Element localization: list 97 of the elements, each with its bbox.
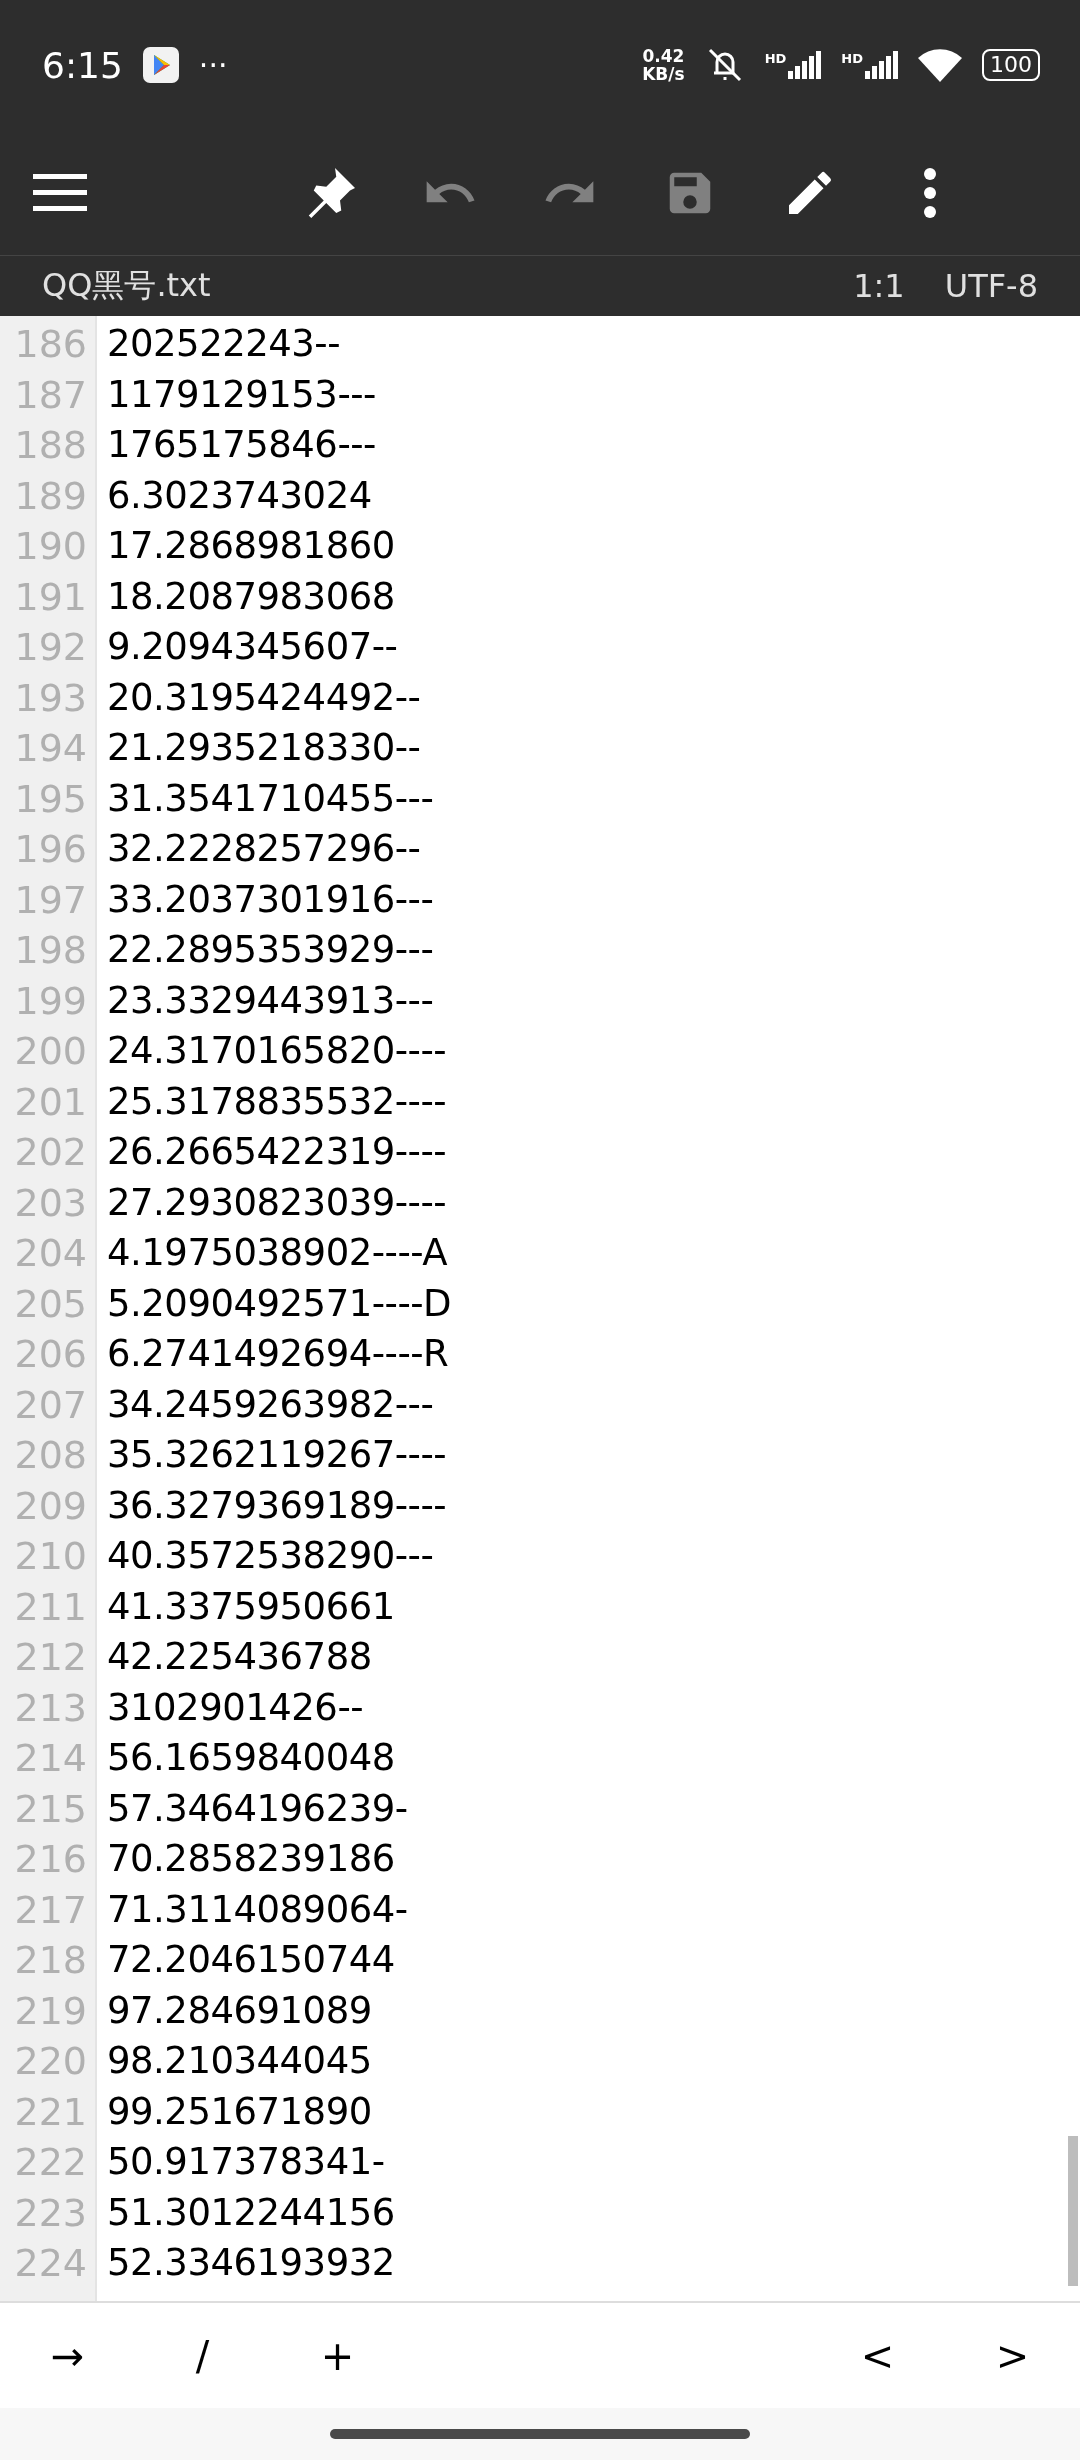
text-line: 52.3346193932 xyxy=(107,2241,395,2284)
text-line: 22.2895353929--- xyxy=(107,928,434,971)
line-number: 196 xyxy=(13,826,88,873)
text-line: 51.3012244156 xyxy=(107,2190,395,2234)
menu-icon xyxy=(33,171,87,214)
text-line: 6.3023743024 xyxy=(107,473,372,517)
text-line: 3102901426-- xyxy=(107,1685,364,1729)
line-number: 215 xyxy=(13,1785,88,1833)
line-number: 212 xyxy=(13,1634,88,1681)
line-number: 223 xyxy=(13,2189,88,2237)
text-line: 1179129153--- xyxy=(107,372,376,416)
text-line: 70.2858239186 xyxy=(107,1837,395,1880)
text-line: 9.2094345607-- xyxy=(107,625,398,668)
text-line: 6.2741492694----R xyxy=(107,1332,449,1375)
text-line: 42.225436788 xyxy=(107,1635,372,1678)
line-number: 200 xyxy=(13,1028,88,1075)
text-line: 26.2665422319---- xyxy=(107,1130,447,1173)
text-line: 57.3464196239- xyxy=(107,1786,408,1830)
text-line: 34.2459263982--- xyxy=(107,1382,434,1426)
line-number: 190 xyxy=(13,523,88,570)
text-line: 71.3114089064- xyxy=(107,1887,408,1931)
line-number: 195 xyxy=(13,775,88,823)
line-number: 194 xyxy=(13,725,88,772)
line-number: 186 xyxy=(13,321,88,368)
text-line: 36.3279369189---- xyxy=(107,1483,447,1527)
symbol-key[interactable]: < xyxy=(810,2305,945,2406)
line-number: 210 xyxy=(13,1533,88,1580)
line-number: 203 xyxy=(13,1179,88,1227)
line-number: 213 xyxy=(13,1684,88,1732)
more-notifications: ··· xyxy=(198,47,228,83)
line-number: 222 xyxy=(13,2139,88,2186)
line-number: 201 xyxy=(13,1078,88,1126)
line-number: 192 xyxy=(13,624,88,671)
play-store-icon xyxy=(142,47,179,83)
text-line: 20.3195424492-- xyxy=(107,675,421,719)
text-line: 4.1975038902----A xyxy=(107,1231,448,1274)
network-speed: 0.42 KB/s xyxy=(642,47,685,83)
line-number: 199 xyxy=(13,977,88,1025)
line-number: 214 xyxy=(13,1735,88,1782)
line-number: 187 xyxy=(13,371,88,419)
text-line: 31.3541710455--- xyxy=(107,776,434,820)
line-number: 224 xyxy=(13,2240,88,2287)
symbol-key[interactable]: + xyxy=(270,2305,405,2406)
file-name: QQ黑号.txt xyxy=(42,265,212,306)
line-number: 207 xyxy=(13,1381,88,1429)
line-number: 219 xyxy=(13,1987,88,2035)
line-number: 206 xyxy=(13,1331,88,1378)
line-number: 193 xyxy=(13,674,88,722)
line-number: 191 xyxy=(13,573,88,621)
line-number: 216 xyxy=(13,1836,88,1883)
line-number: 189 xyxy=(13,472,88,520)
line-number: 221 xyxy=(13,2088,88,2136)
line-number: 204 xyxy=(13,1230,88,1277)
line-number: 211 xyxy=(13,1583,88,1631)
text-line: 98.210344045 xyxy=(107,2039,372,2082)
text-line: 25.3178835532---- xyxy=(107,1079,447,1123)
wifi-icon xyxy=(918,48,962,82)
text-line: 23.3329443913--- xyxy=(107,978,434,1022)
symbol-key[interactable]: → xyxy=(0,2305,135,2406)
text-line: 1765175846--- xyxy=(107,423,376,466)
line-number: 197 xyxy=(13,876,88,924)
text-line: 27.2930823039---- xyxy=(107,1180,447,1224)
text-line: 32.2228257296-- xyxy=(107,827,421,870)
scrollbar[interactable] xyxy=(1068,2136,1078,2286)
line-number: 205 xyxy=(13,1280,88,1328)
text-line: 202522243-- xyxy=(107,322,341,365)
signal-indicator: HD xyxy=(841,51,898,79)
encoding-label: UTF-8 xyxy=(944,267,1038,305)
cursor-position: 1:1 xyxy=(853,267,905,305)
text-line: 35.3262119267---- xyxy=(107,1433,447,1476)
line-number: 202 xyxy=(13,1129,88,1176)
text-line: 5.2090492571----D xyxy=(107,1281,452,1325)
text-line: 24.3170165820---- xyxy=(107,1029,447,1072)
text-line: 40.3572538290--- xyxy=(107,1534,434,1577)
battery-indicator: 100 xyxy=(982,49,1040,81)
text-line: 50.917378341- xyxy=(107,2140,385,2183)
line-number: 198 xyxy=(13,927,88,974)
line-number: 188 xyxy=(13,422,88,469)
status-time: 6:15 xyxy=(42,44,123,86)
text-line: 33.2037301916--- xyxy=(107,877,434,921)
line-number: 217 xyxy=(13,1886,88,1934)
line-number: 220 xyxy=(13,2038,88,2085)
line-number: 208 xyxy=(13,1432,88,1479)
line-number: 209 xyxy=(13,1482,88,1530)
symbol-key[interactable]: / xyxy=(135,2305,270,2406)
text-line: 21.2935218330-- xyxy=(107,726,421,769)
text-line: 72.2046150744 xyxy=(107,1938,395,1981)
text-line: 99.251671890 xyxy=(107,2089,372,2133)
text-line: 56.1659840048 xyxy=(107,1736,395,1779)
text-line: 97.284691089 xyxy=(107,1988,372,2032)
text-line: 17.2868981860 xyxy=(107,524,395,567)
text-line: 41.3375950661 xyxy=(107,1584,395,1628)
text-line: 18.2087983068 xyxy=(107,574,395,618)
line-number: 218 xyxy=(13,1937,88,1984)
more-icon xyxy=(922,166,938,219)
signal-indicator: HD xyxy=(764,51,822,79)
symbol-key[interactable]: > xyxy=(945,2305,1080,2406)
